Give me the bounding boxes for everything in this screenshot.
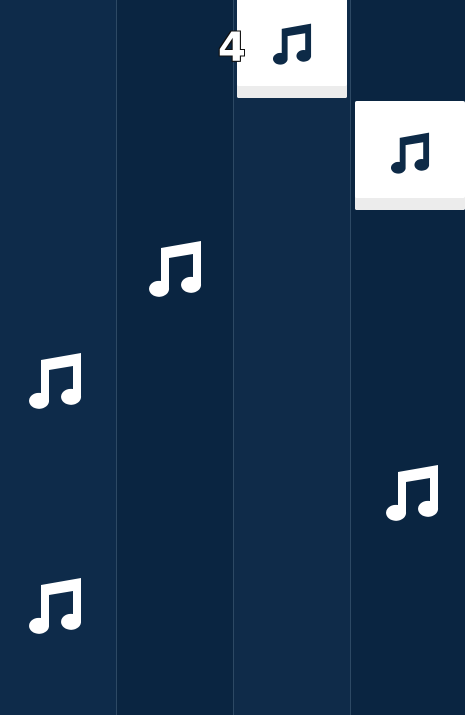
note-tile[interactable] <box>355 101 465 210</box>
lane-divider <box>116 0 117 715</box>
music-note-icon <box>270 21 314 65</box>
music-note-icon <box>382 462 442 522</box>
music-note-icon <box>25 350 85 410</box>
score-counter: 4 <box>217 24 247 72</box>
lane-2[interactable] <box>117 0 233 715</box>
music-note-icon <box>25 575 85 635</box>
lane-3[interactable] <box>234 0 350 715</box>
lane-divider <box>350 0 351 715</box>
game-board: 4 <box>0 0 465 715</box>
lane-divider <box>233 0 234 715</box>
music-note-icon <box>388 130 432 174</box>
note-tile[interactable] <box>237 0 347 98</box>
music-note-icon <box>145 238 205 298</box>
